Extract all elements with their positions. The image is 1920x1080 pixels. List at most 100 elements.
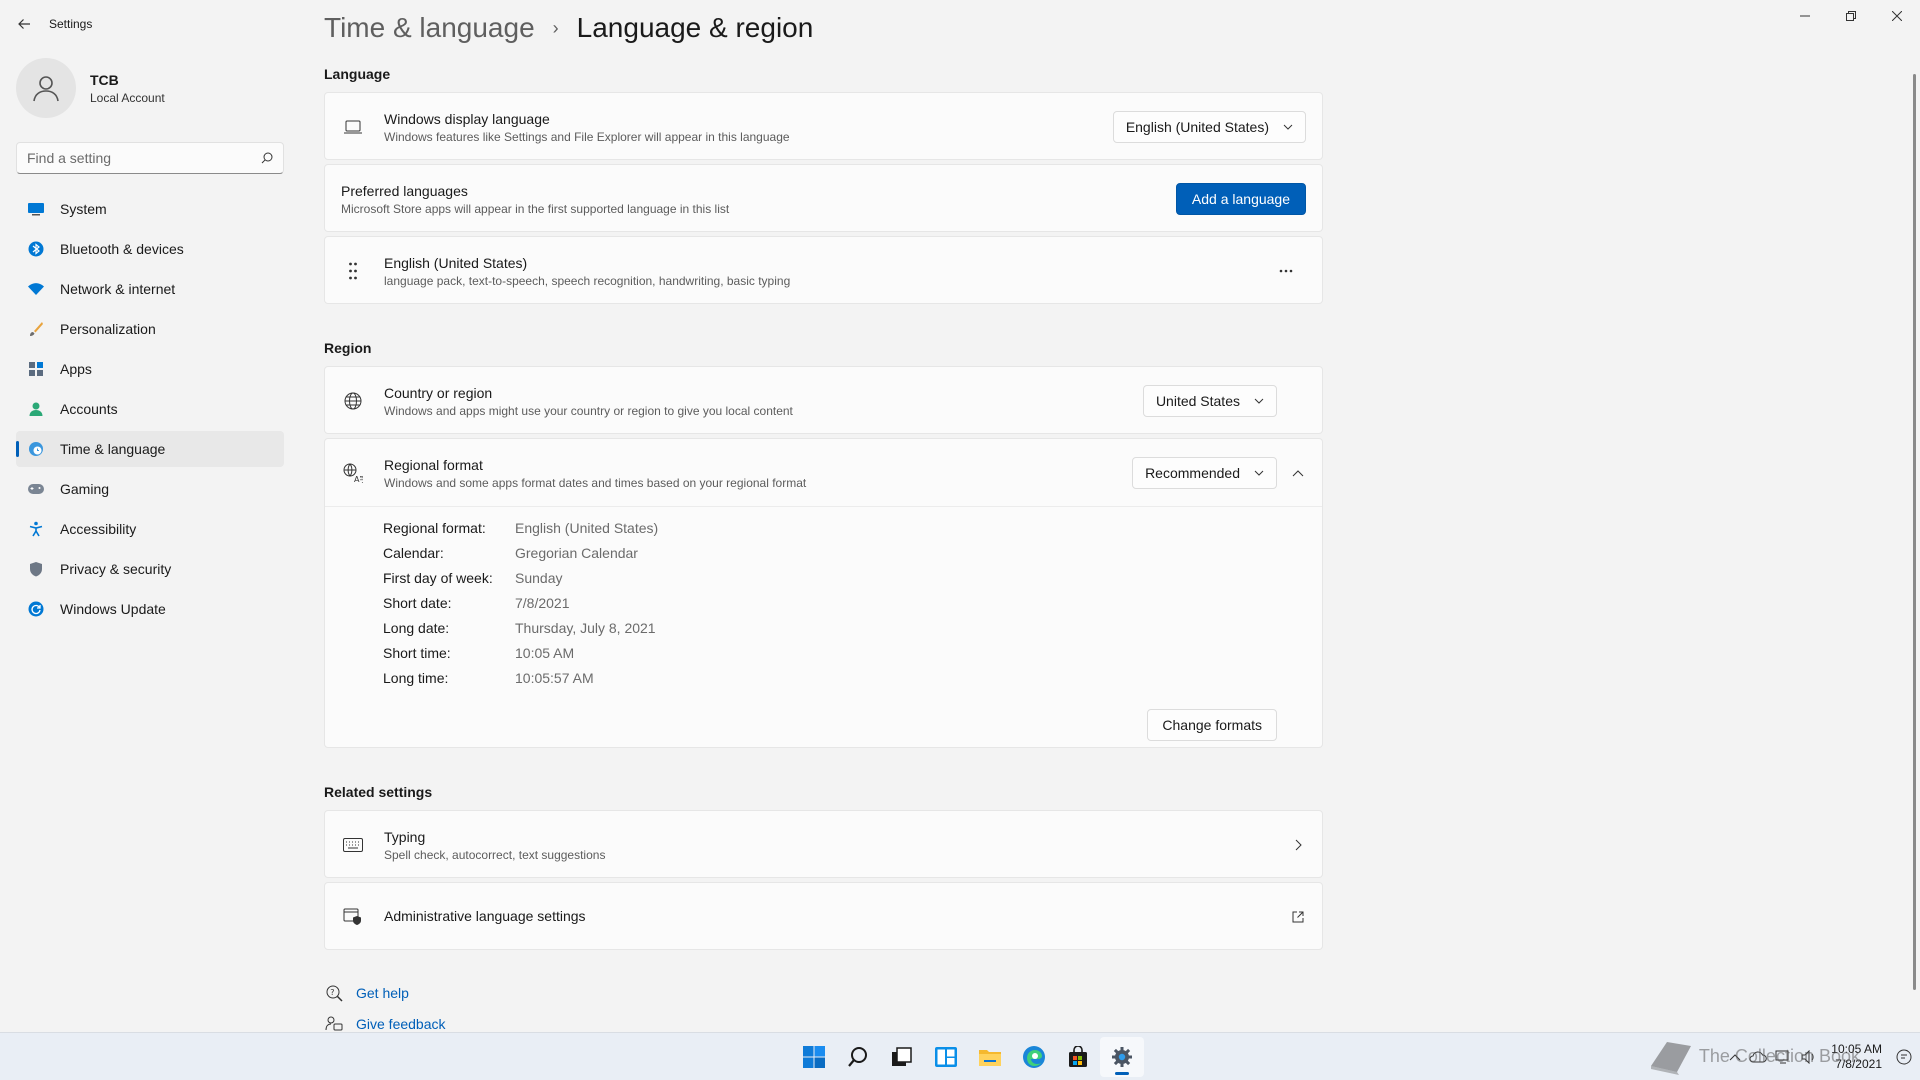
country-region-dropdown[interactable]: United States <box>1142 385 1277 417</box>
accessibility-icon <box>26 519 46 539</box>
format-detail-label: Short time: <box>383 644 451 661</box>
volume-icon[interactable] <box>1801 1050 1817 1064</box>
sidebar-item-time-language[interactable]: Time & language <box>16 431 284 467</box>
sidebar-item-gaming[interactable]: Gaming <box>16 471 284 507</box>
sidebar-item-accessibility[interactable]: Accessibility <box>16 511 284 547</box>
show-hidden-icons-button[interactable] <box>1729 1053 1741 1061</box>
edge-browser-icon <box>1023 1046 1045 1068</box>
search-input[interactable] <box>27 150 261 166</box>
folder-icon <box>979 1050 1001 1066</box>
format-detail-label: Regional format: <box>383 519 486 536</box>
title-bar: Settings <box>0 0 1920 48</box>
notification-icon[interactable] <box>1896 1049 1912 1065</box>
sidebar-item-accounts[interactable]: Accounts <box>16 391 284 427</box>
chevron-down-icon <box>1254 398 1264 404</box>
brush-icon <box>26 319 46 339</box>
sidebar-item-label: Accounts <box>60 401 118 417</box>
chevron-right-icon <box>1282 829 1314 861</box>
search-icon <box>848 1047 867 1067</box>
user-profile[interactable]: TCB Local Account <box>16 58 165 118</box>
task-view-button[interactable] <box>880 1037 924 1077</box>
chevron-down-icon <box>1254 470 1264 476</box>
profile-name: TCB <box>90 71 119 88</box>
change-formats-button[interactable]: Change formats <box>1147 709 1277 741</box>
country-region-title: Country or region <box>384 385 493 401</box>
chevron-down-icon <box>1283 124 1293 130</box>
display-language-value: English (United States) <box>1125 119 1269 135</box>
file-explorer-button[interactable] <box>968 1037 1012 1077</box>
sidebar-item-bluetooth[interactable]: Bluetooth & devices <box>16 231 284 267</box>
avatar <box>16 58 76 118</box>
format-detail-row: Short time: 10:05 AM <box>383 640 658 665</box>
format-detail-row: Short date: 7/8/2021 <box>383 590 658 615</box>
svg-text:A字: A字 <box>354 474 363 483</box>
regional-format-description: Windows and some apps format dates and t… <box>384 476 807 490</box>
minimize-icon <box>1800 15 1810 17</box>
display-language-title: Windows display language <box>384 111 550 127</box>
typing-description: Spell check, autocorrect, text suggestio… <box>384 848 606 862</box>
taskbar-clock[interactable]: 10:05 AM 7/8/2021 <box>1831 1042 1882 1072</box>
more-options-button[interactable] <box>1270 255 1302 287</box>
format-detail-row: First day of week: Sunday <box>383 565 658 590</box>
sidebar-item-label: Gaming <box>60 481 110 497</box>
format-detail-row: Long date: Thursday, July 8, 2021 <box>383 615 658 640</box>
onedrive-icon[interactable] <box>1749 1051 1768 1063</box>
back-button[interactable] <box>12 12 36 36</box>
collapse-button[interactable] <box>1282 457 1314 489</box>
network-icon[interactable] <box>1775 1050 1793 1064</box>
typing-title: Typing <box>384 829 426 845</box>
sidebar-item-network[interactable]: Network & internet <box>16 271 284 307</box>
display-language-dropdown[interactable]: English (United States) <box>1112 111 1306 143</box>
give-feedback-link[interactable]: Give feedback <box>324 1016 446 1032</box>
give-feedback-label: Give feedback <box>356 1016 446 1032</box>
regional-format-text: Regional format Windows and some apps fo… <box>384 457 806 490</box>
sidebar-item-personalization[interactable]: Personalization <box>16 311 284 347</box>
format-detail-value: Sunday <box>515 569 563 586</box>
widgets-icon <box>935 1047 957 1067</box>
installed-language-description: language pack, text-to-speech, speech re… <box>384 274 791 288</box>
country-region-value: United States <box>1155 393 1240 409</box>
edge-button[interactable] <box>1012 1037 1056 1077</box>
wifi-icon <box>26 279 46 299</box>
format-detail-value: Thursday, July 8, 2021 <box>515 619 656 636</box>
start-button[interactable] <box>792 1037 836 1077</box>
drag-handle-icon[interactable] <box>341 259 365 283</box>
close-button[interactable] <box>1874 0 1920 32</box>
preferred-languages-description: Microsoft Store apps will appear in the … <box>341 202 730 216</box>
format-detail-label: Calendar: <box>383 544 444 561</box>
restore-button[interactable] <box>1828 0 1874 32</box>
display-language-card: Windows display language Windows feature… <box>324 92 1323 160</box>
admin-language-card[interactable]: Administrative language settings <box>324 882 1323 950</box>
widgets-button[interactable] <box>924 1037 968 1077</box>
divider <box>325 506 1322 507</box>
get-help-link[interactable]: ? Get help <box>324 984 409 1002</box>
bluetooth-icon <box>26 239 46 259</box>
minimize-button[interactable] <box>1782 0 1828 32</box>
search-taskbar-button[interactable] <box>836 1037 880 1077</box>
scrollbar[interactable] <box>1913 74 1916 990</box>
regional-format-title: Regional format <box>384 457 483 473</box>
sidebar-item-windows-update[interactable]: Windows Update <box>16 591 284 627</box>
chevron-up-icon <box>1729 1054 1741 1061</box>
app-title: Settings <box>49 17 93 31</box>
display-language-text: Windows display language Windows feature… <box>384 111 790 144</box>
store-button[interactable] <box>1056 1037 1100 1077</box>
admin-shield-icon <box>341 905 365 929</box>
format-detail-value: English (United States) <box>515 519 659 536</box>
apps-icon <box>26 359 46 379</box>
sidebar-item-apps[interactable]: Apps <box>16 351 284 387</box>
settings-taskbar-button[interactable] <box>1100 1037 1144 1077</box>
store-bag-icon <box>1069 1046 1087 1067</box>
sidebar-item-system[interactable]: System <box>16 191 284 227</box>
regional-format-dropdown[interactable]: Recommended <box>1132 457 1277 489</box>
window-controls <box>1782 0 1920 32</box>
installed-language-text: English (United States) language pack, t… <box>384 255 790 288</box>
task-view-icon <box>892 1047 912 1066</box>
add-language-button[interactable]: Add a language <box>1175 183 1306 215</box>
help-icon: ? <box>324 984 344 1002</box>
sidebar-item-privacy[interactable]: Privacy & security <box>16 551 284 587</box>
restore-icon <box>1846 11 1856 21</box>
typing-card[interactable]: Typing Spell check, autocorrect, text su… <box>324 810 1323 878</box>
breadcrumb-parent[interactable]: Time & language <box>324 12 535 44</box>
section-title-language: Language <box>324 66 391 82</box>
